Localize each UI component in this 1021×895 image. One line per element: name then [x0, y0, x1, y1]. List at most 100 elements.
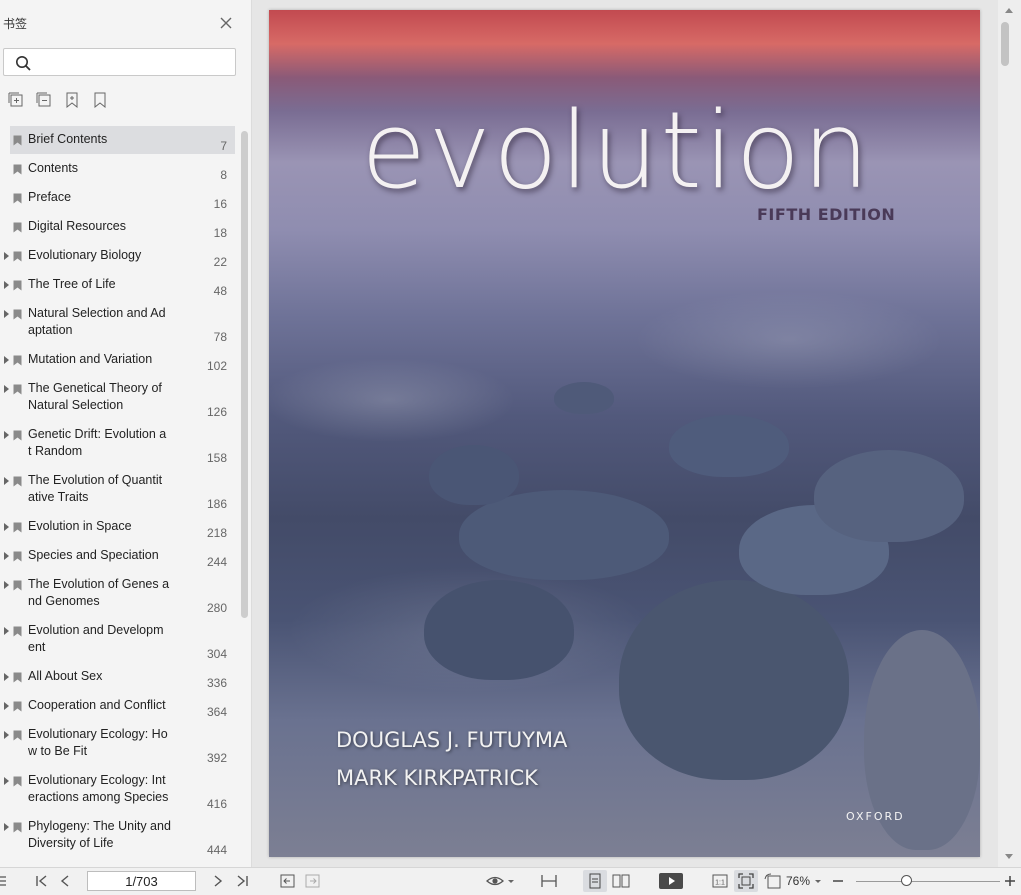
next-page-icon[interactable]	[212, 873, 224, 889]
zoom-level[interactable]: 76%	[786, 874, 810, 888]
bookmark-item[interactable]: Digital Resources 18	[0, 213, 240, 242]
bookmark-item[interactable]: Evolution and Developm ent 304	[0, 617, 240, 663]
bookmark-flag-icon	[13, 280, 22, 291]
collapse-all-icon[interactable]	[36, 92, 52, 108]
previous-page-icon[interactable]	[59, 873, 71, 889]
cover-photo-crab	[429, 445, 519, 505]
fit-page-icon[interactable]	[738, 873, 754, 889]
rotate-view-icon[interactable]	[764, 873, 782, 889]
expand-arrow-icon[interactable]	[4, 823, 9, 831]
zoom-slider-handle[interactable]	[901, 875, 912, 886]
bookmark-item[interactable]: Mutation and Variation 102	[0, 346, 240, 375]
bookmark-page-number: 48	[213, 284, 227, 298]
bookmark-item[interactable]: The Genetical Theory of Natural Selectio…	[0, 375, 240, 421]
zoom-slider-track[interactable]	[856, 881, 1000, 882]
forward-view-icon[interactable]	[305, 873, 320, 889]
bookmark-flag-icon	[13, 164, 22, 175]
bookmark-page-number: 244	[206, 555, 227, 569]
bookmarks-panel: 书签 Brief Contents 7 Contents 8 Preface 16 Digi	[0, 0, 252, 867]
bookmark-item[interactable]: The Evolution of Quantit ative Traits 186	[0, 467, 240, 513]
expand-all-icon[interactable]	[8, 92, 24, 108]
bookmark-page-number: 186	[206, 497, 227, 511]
expand-arrow-icon[interactable]	[4, 627, 9, 635]
bookmark-flag-icon	[13, 430, 22, 441]
expand-arrow-icon[interactable]	[4, 252, 9, 260]
bookmark-item[interactable]: Cooperation and Conflict 364	[0, 692, 240, 721]
last-page-icon[interactable]	[235, 873, 249, 889]
bookmark-item[interactable]: Evolutionary Ecology: Ho w to Be Fit 392	[0, 721, 240, 767]
bookmark-icon[interactable]	[92, 92, 108, 108]
bookmark-item[interactable]: Brief Contents 7	[0, 126, 240, 155]
scroll-up-arrow-icon[interactable]	[1005, 8, 1013, 13]
cover-photo-crab	[814, 450, 964, 542]
close-icon[interactable]	[219, 16, 233, 30]
sidebar-toggle-icon[interactable]	[0, 873, 8, 889]
bookmark-label: Preface	[28, 190, 72, 204]
zoom-dropdown-icon[interactable]	[814, 873, 822, 889]
expand-arrow-icon[interactable]	[4, 356, 9, 364]
bookmark-item[interactable]: The Tree of Life 48	[0, 271, 240, 300]
first-page-icon[interactable]	[35, 873, 49, 889]
bookmark-flag-icon	[13, 522, 22, 533]
scrollbar-thumb[interactable]	[1001, 22, 1009, 66]
bookmark-label: Evolution and Developm ent	[28, 623, 164, 654]
bookmark-page-number: 102	[206, 359, 227, 373]
bookmark-item[interactable]: Species and Speciation 244	[0, 542, 240, 571]
bookmark-label: Evolutionary Biology	[28, 248, 142, 262]
bookmark-label: Genetic Drift: Evolution a t Random	[28, 427, 167, 458]
bookmark-flag-icon	[13, 222, 22, 233]
bookmark-flag-icon	[13, 309, 22, 320]
expand-arrow-icon[interactable]	[4, 523, 9, 531]
bookmark-item[interactable]: Contents 8	[0, 155, 240, 184]
expand-arrow-icon[interactable]	[4, 673, 9, 681]
bookmark-search-box[interactable]	[3, 48, 236, 76]
single-page-icon[interactable]	[588, 873, 602, 889]
add-bookmark-icon[interactable]	[64, 92, 80, 108]
eye-care-dropdown-icon[interactable]	[507, 873, 515, 889]
bookmark-item[interactable]: Evolutionary Ecology: Int eractions amon…	[0, 767, 240, 813]
expand-arrow-icon[interactable]	[4, 702, 9, 710]
zoom-out-icon[interactable]	[832, 873, 844, 889]
bookmark-item[interactable]: Evolution in Space 218	[0, 513, 240, 542]
bookmark-item[interactable]: Natural Selection and Ad aptation 78	[0, 300, 240, 346]
bookmark-label: The Evolution of Quantit ative Traits	[28, 473, 163, 504]
bookmark-label: Species and Speciation	[28, 548, 159, 562]
expand-arrow-icon[interactable]	[4, 281, 9, 289]
bookmark-page-number: 416	[206, 797, 227, 811]
expand-arrow-icon[interactable]	[4, 552, 9, 560]
expand-arrow-icon[interactable]	[4, 310, 9, 318]
slideshow-play-icon[interactable]	[659, 873, 683, 889]
bookmark-label: Phylogeny: The Unity and Diversity of Li…	[28, 819, 171, 850]
scroll-down-arrow-icon[interactable]	[1005, 854, 1013, 859]
page-number-input[interactable]	[87, 871, 196, 891]
expand-arrow-icon[interactable]	[4, 581, 9, 589]
expand-arrow-icon[interactable]	[4, 731, 9, 739]
bookmark-item[interactable]: Preface 16	[0, 184, 240, 213]
bookmark-item[interactable]: Genetic Drift: Evolution a t Random 158	[0, 421, 240, 467]
cover-edition: FIFTH EDITION	[757, 205, 896, 224]
bookmark-item[interactable]: Phylogeny: The Unity and Diversity of Li…	[0, 813, 240, 859]
two-page-icon[interactable]	[612, 873, 630, 889]
expand-arrow-icon[interactable]	[4, 477, 9, 485]
back-view-icon[interactable]	[280, 873, 295, 889]
bookmark-item[interactable]: All About Sex 336	[0, 663, 240, 692]
zoom-in-icon[interactable]	[1004, 873, 1016, 889]
actual-size-icon[interactable]: 1:1	[712, 873, 728, 889]
document-view[interactable]: evolution FIFTH EDITION DOUGLAS J. FUTUY…	[252, 0, 998, 867]
bookmark-page-number: 444	[206, 843, 227, 857]
fit-width-icon[interactable]	[541, 873, 557, 889]
bookmark-flag-icon	[13, 355, 22, 366]
search-icon	[16, 56, 31, 71]
expand-arrow-icon[interactable]	[4, 431, 9, 439]
cover-author: MARK KIRKPATRICK	[336, 766, 538, 790]
expand-arrow-icon[interactable]	[4, 777, 9, 785]
document-scrollbar[interactable]	[998, 0, 1021, 867]
sidebar-scrollbar[interactable]	[241, 131, 248, 618]
bookmark-page-number: 126	[206, 405, 227, 419]
expand-arrow-icon[interactable]	[4, 385, 9, 393]
bookmark-item[interactable]: The Evolution of Genes a nd Genomes 280	[0, 571, 240, 617]
search-input[interactable]	[38, 52, 232, 74]
eye-care-icon[interactable]	[486, 873, 504, 889]
bookmark-item[interactable]: Evolutionary Biology 22	[0, 242, 240, 271]
cover-page: evolution FIFTH EDITION DOUGLAS J. FUTUY…	[269, 10, 980, 857]
